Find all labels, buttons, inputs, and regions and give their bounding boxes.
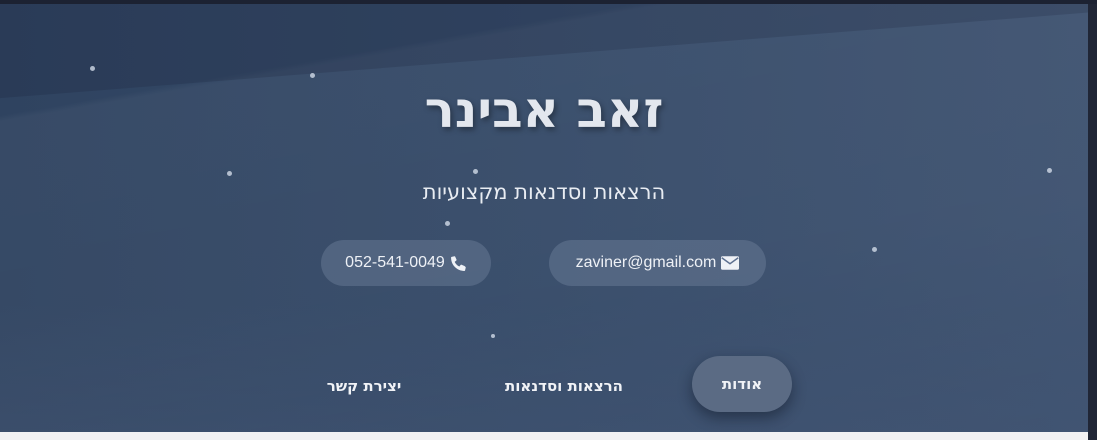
nav-tab-about[interactable]: אודות xyxy=(692,356,792,412)
nav-tab-about-label: אודות xyxy=(721,375,763,393)
envelope-icon xyxy=(721,256,740,270)
decorative-dot xyxy=(90,66,95,71)
decorative-dot xyxy=(227,171,232,176)
hero-bottom-shade xyxy=(0,304,1088,432)
email-button[interactable]: zaviner@gmail.com xyxy=(549,240,766,286)
page-subtitle: הרצאות וסדנאות מקצועיות xyxy=(422,180,666,204)
email-address: zaviner@gmail.com xyxy=(575,254,717,271)
content-area-top xyxy=(0,432,1088,440)
nav-tab-lectures[interactable]: הרצאות וסדנאות xyxy=(484,376,644,396)
phone-button[interactable]: 052-541-0049 xyxy=(321,240,491,286)
nav-tab-contact[interactable]: יצירת קשר xyxy=(300,376,428,396)
page-edge xyxy=(1088,4,1097,440)
decorative-dot xyxy=(445,221,450,226)
hero-header: זאב אבינר הרצאות וסדנאות מקצועיות 052-54… xyxy=(0,4,1088,432)
decorative-dot xyxy=(473,169,478,174)
phone-number: 052-541-0049 xyxy=(345,254,445,271)
decorative-dot xyxy=(1047,168,1052,173)
phone-icon xyxy=(450,255,467,272)
decorative-dot xyxy=(872,247,877,252)
decorative-dot xyxy=(491,334,495,338)
page-title: זאב אבינר xyxy=(424,81,664,139)
